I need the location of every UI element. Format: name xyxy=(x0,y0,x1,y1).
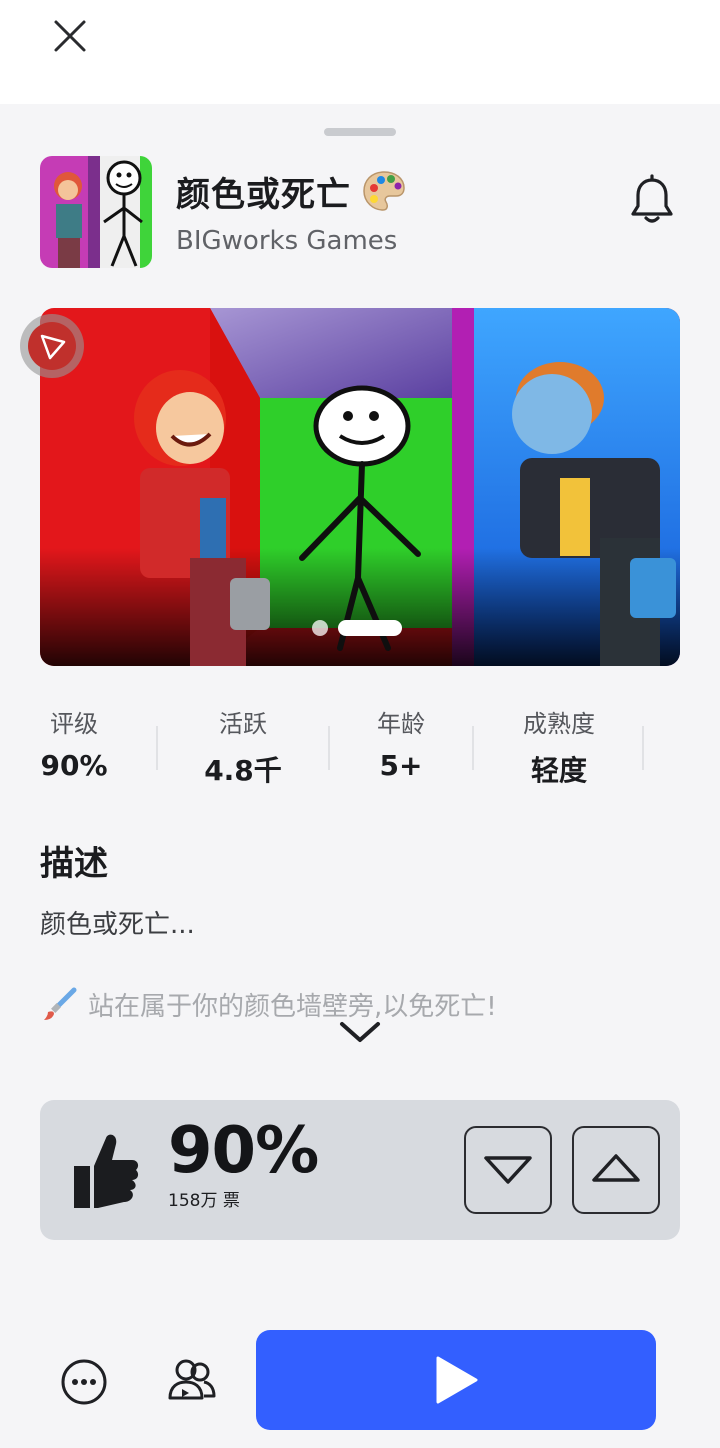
game-stats: 评级 90% 活跃 4.8千 年龄 5+ 成熟度 轻度 xyxy=(0,704,720,804)
stat-value: 90% xyxy=(40,749,108,782)
stat-label: 评级 xyxy=(50,710,98,738)
game-header: 颜色或死亡 BIGworks Games xyxy=(40,156,680,268)
bottom-action-bar xyxy=(0,1300,720,1448)
stat-label: 成熟度 xyxy=(523,710,595,738)
more-icon xyxy=(61,1359,107,1405)
stat-divider xyxy=(472,726,474,770)
carousel-pagination xyxy=(312,620,402,636)
notify-button[interactable] xyxy=(628,174,676,226)
palette-icon xyxy=(363,171,405,211)
media-carousel[interactable] xyxy=(40,308,680,666)
stat-rating: 评级 90% xyxy=(36,704,112,782)
stat-maturity[interactable]: 成熟度 轻度 xyxy=(508,704,610,789)
thumbs-up-button[interactable] xyxy=(572,1126,660,1214)
game-title-row: 颜色或死亡 xyxy=(176,168,407,215)
party-button[interactable] xyxy=(164,1352,220,1408)
game-detail-sheet: 颜色或死亡 BIGworks Games 评级 90% 活跃 4.8千 年龄 5… xyxy=(0,104,720,1448)
stat-value: 4.8千 xyxy=(204,754,282,787)
stat-value: 5+ xyxy=(379,749,423,782)
thumbs-up-icon xyxy=(74,1134,139,1208)
vote-percent: 90% xyxy=(168,1114,319,1188)
description-line2: 站在属于你的颜色墙壁旁,以免死亡! xyxy=(88,991,497,1022)
top-bar xyxy=(0,0,720,104)
thumbs-down-button[interactable] xyxy=(464,1126,552,1214)
thumbs-up-vote-icon xyxy=(592,1154,640,1182)
stat-value: 轻度 xyxy=(530,754,587,787)
close-icon xyxy=(54,20,86,52)
stat-age: 年龄 5+ xyxy=(360,704,442,782)
paintbrush-icon xyxy=(44,987,77,1020)
stat-divider xyxy=(642,726,644,770)
stat-active: 活跃 4.8千 xyxy=(188,704,298,789)
developer-name[interactable]: BIGworks Games xyxy=(176,226,397,256)
more-options-button[interactable] xyxy=(60,1358,108,1406)
description-text-faded: 站在属于你的颜色墙壁旁,以免死亡! xyxy=(40,984,497,1024)
thumbs-down-vote-icon xyxy=(484,1156,532,1184)
bell-icon xyxy=(631,174,673,223)
banner-image xyxy=(40,308,680,666)
stat-label: 年龄 xyxy=(377,710,425,738)
stat-label: 活跃 xyxy=(219,710,267,738)
stat-divider xyxy=(328,726,330,770)
play-icon xyxy=(436,1356,478,1404)
chevron-down-icon xyxy=(340,1022,380,1042)
stat-divider xyxy=(156,726,158,770)
vote-card: 90% 158万 票 xyxy=(40,1100,680,1240)
party-icon xyxy=(168,1359,216,1400)
side-badge-icon[interactable] xyxy=(20,314,84,378)
close-button[interactable] xyxy=(48,14,92,58)
carousel-dot[interactable] xyxy=(312,620,328,636)
description-text: 颜色或死亡... xyxy=(40,910,195,940)
description-heading: 描述 xyxy=(40,844,108,884)
expand-description-button[interactable] xyxy=(336,1014,384,1050)
vote-count: 158万 票 xyxy=(168,1191,240,1211)
game-title: 颜色或死亡 xyxy=(176,174,351,215)
carousel-dot-active[interactable] xyxy=(338,620,402,636)
sheet-grabber[interactable] xyxy=(324,128,396,136)
game-thumbnail xyxy=(40,156,152,268)
play-button[interactable] xyxy=(256,1330,656,1430)
